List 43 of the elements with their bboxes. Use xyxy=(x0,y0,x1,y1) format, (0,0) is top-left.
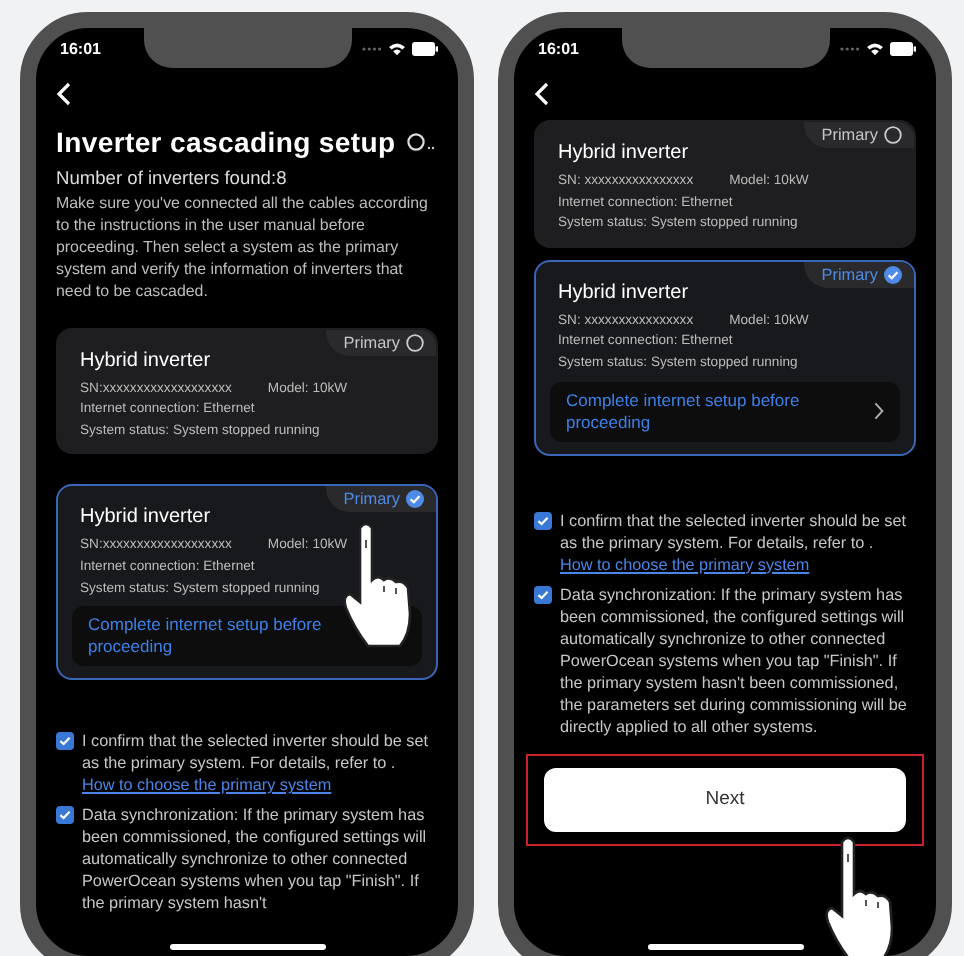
back-icon[interactable] xyxy=(56,82,72,106)
confirmation-text: Data synchronization: If the primary system has been commissioned, the configured settings will automatically synchronize to other connected PowerOcean systems when you tap "Finish". If the primary system hasn't been commissioned, the parameters set during commissioning will be directly applied to all other systems. xyxy=(560,583,909,738)
primary-label: Primary xyxy=(821,265,878,284)
cellular-signal-icon xyxy=(840,45,860,51)
notice-text: Complete internet setup before proceeding xyxy=(88,614,324,659)
checkbox[interactable] xyxy=(534,585,552,604)
inverter-name: Hybrid inverter xyxy=(558,142,691,164)
page-title: Inverter cascading setup xyxy=(56,126,396,158)
checkbox[interactable] xyxy=(56,806,74,825)
cellular-signal-icon xyxy=(362,45,382,51)
check-circle-icon[interactable] xyxy=(884,265,902,284)
next-button[interactable]: Next xyxy=(544,767,906,832)
radio-circle-icon[interactable] xyxy=(884,126,902,144)
wifi-icon xyxy=(388,41,406,55)
check-circle-icon[interactable] xyxy=(406,490,424,509)
notice-banner[interactable]: Complete internet setup before proceeding xyxy=(550,381,900,442)
battery-icon xyxy=(890,41,916,55)
confirmation-text: Data synchronization: If the primary system has been commissioned, the configured settings will automatically synchronize to other connected PowerOcean systems when you tap "Finish". If the primary system hasn't xyxy=(82,804,429,915)
battery-icon xyxy=(412,41,438,55)
primary-label: Primary xyxy=(821,126,878,144)
primary-badge[interactable]: Primary xyxy=(803,261,914,288)
help-link[interactable]: How to choose the primary system xyxy=(560,555,810,574)
checkbox[interactable] xyxy=(56,732,74,751)
primary-label: Primary xyxy=(343,490,400,509)
checkbox[interactable] xyxy=(534,511,552,530)
primary-badge[interactable]: Primary xyxy=(803,122,914,148)
wifi-icon xyxy=(866,41,884,55)
status-time: 16:01 xyxy=(538,39,579,57)
loading-icon xyxy=(406,132,438,152)
notice-text: Complete internet setup before proceeding xyxy=(566,389,802,434)
inverter-name: Hybrid inverter xyxy=(80,506,213,529)
radio-circle-icon[interactable] xyxy=(406,333,424,352)
inverter-name: Hybrid inverter xyxy=(80,349,213,372)
inverter-count: Number of inverters found:8 xyxy=(56,168,289,188)
help-link[interactable]: How to choose the primary system xyxy=(82,776,332,795)
back-icon[interactable] xyxy=(534,82,550,106)
status-time: 16:01 xyxy=(60,39,101,57)
inverter-name: Hybrid inverter xyxy=(558,281,691,304)
confirmation-text: I confirm that the selected inverter should be set as the primary system. For details, refer to . How to choose the primary system xyxy=(82,730,430,797)
confirmation-text: I confirm that the selected inverter should be set as the primary system. For details, refer to . How to choose the primary system xyxy=(560,509,908,576)
primary-badge[interactable]: Primary xyxy=(325,329,436,356)
primary-label: Primary xyxy=(343,333,400,352)
primary-badge[interactable]: Primary xyxy=(325,486,436,513)
